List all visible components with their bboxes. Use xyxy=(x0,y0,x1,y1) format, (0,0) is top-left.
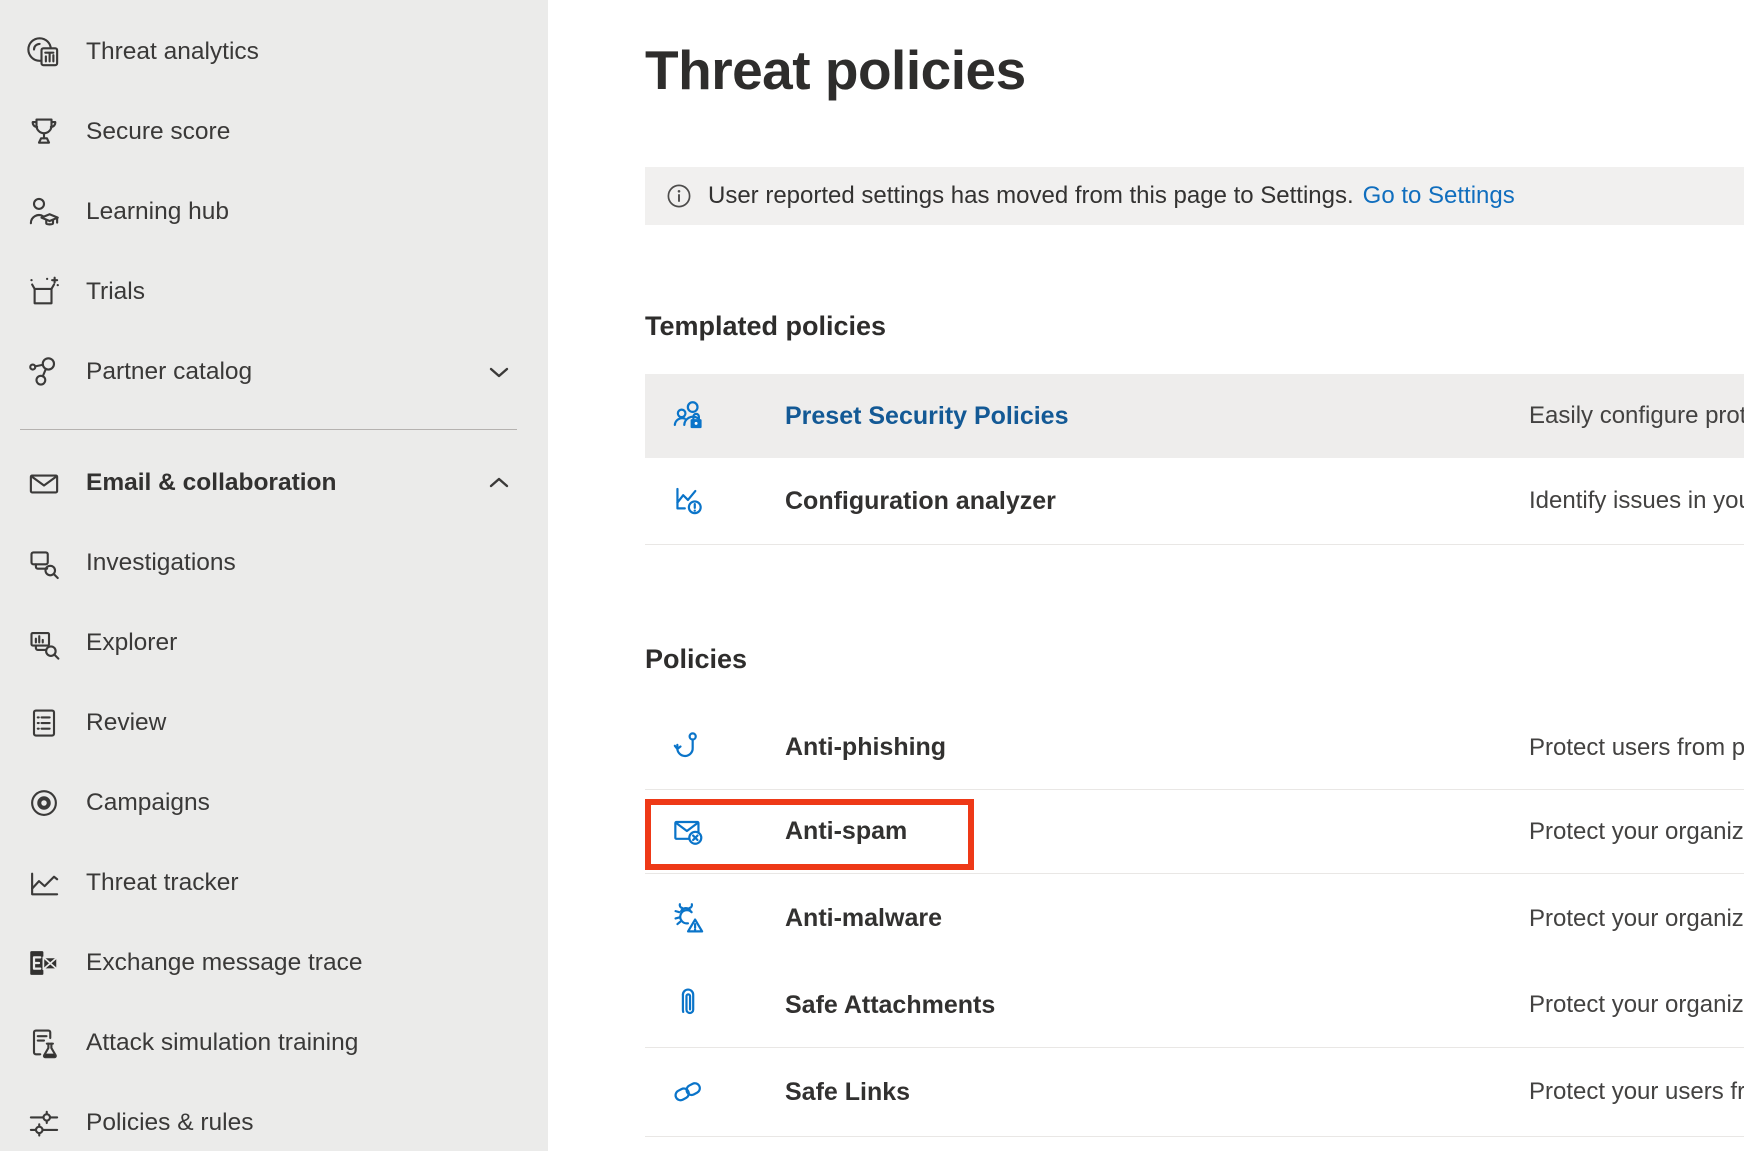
row-safe-attachments[interactable]: Safe Attachments Protect your organiz xyxy=(645,963,1744,1048)
sidebar-item-label: Secure score xyxy=(86,118,230,146)
sidebar-item-label: Trials xyxy=(86,278,145,306)
sidebar-item-partner-catalog[interactable]: Partner catalog xyxy=(0,332,548,412)
banner-text: User reported settings has moved from th… xyxy=(708,182,1354,210)
preset-security-policies-icon xyxy=(668,395,710,437)
policies-rules-icon xyxy=(22,1101,66,1145)
row-label[interactable]: Anti-spam xyxy=(785,817,907,846)
sidebar-item-label: Review xyxy=(86,709,166,737)
exchange-icon xyxy=(22,941,66,985)
row-label[interactable]: Anti-malware xyxy=(785,904,942,933)
row-label[interactable]: Preset Security Policies xyxy=(785,402,1068,431)
chevron-down-icon[interactable] xyxy=(483,356,515,388)
row-description: Identify issues in you xyxy=(1529,487,1744,515)
anti-phishing-icon xyxy=(668,727,710,769)
section-heading-templated-policies: Templated policies xyxy=(645,311,886,342)
sidebar-item-email-collaboration[interactable]: Email & collaboration xyxy=(0,443,548,523)
safe-links-icon xyxy=(668,1071,710,1113)
row-label[interactable]: Configuration analyzer xyxy=(785,487,1056,516)
safe-attachments-icon xyxy=(668,984,710,1026)
sidebar-item-explorer[interactable]: Explorer xyxy=(0,603,548,683)
row-description: Protect your organiz xyxy=(1529,818,1744,846)
sidebar-item-attack-simulation-training[interactable]: Attack simulation training xyxy=(0,1003,548,1083)
sidebar-item-threat-tracker[interactable]: Threat tracker xyxy=(0,843,548,923)
page-title: Threat policies xyxy=(645,38,1026,102)
sidebar-item-label: Threat tracker xyxy=(86,869,239,897)
sidebar-item-investigations[interactable]: Investigations xyxy=(0,523,548,603)
sidebar-item-label: Threat analytics xyxy=(86,38,259,66)
sidebar-divider xyxy=(20,429,517,430)
trials-icon xyxy=(22,270,66,314)
threat-tracker-icon xyxy=(22,861,66,905)
chevron-up-icon[interactable] xyxy=(483,467,515,499)
sidebar-item-exchange-message-trace[interactable]: Exchange message trace xyxy=(0,923,548,1003)
row-anti-spam[interactable]: Anti-spam Protect your organiz xyxy=(645,790,1744,874)
sidebar-item-label: Exchange message trace xyxy=(86,949,362,977)
row-description: Protect your users fr xyxy=(1529,1078,1744,1106)
row-anti-phishing[interactable]: Anti-phishing Protect users from p xyxy=(645,706,1744,790)
threat-analytics-icon xyxy=(22,30,66,74)
sidebar-item-label: Attack simulation training xyxy=(86,1029,358,1057)
anti-spam-icon xyxy=(668,811,710,853)
section-heading-policies: Policies xyxy=(645,644,747,675)
sidebar-item-label: Campaigns xyxy=(86,789,210,817)
sidebar-item-label: Explorer xyxy=(86,629,177,657)
go-to-settings-link[interactable]: Go to Settings xyxy=(1363,182,1515,210)
email-icon xyxy=(22,461,66,505)
row-label[interactable]: Safe Links xyxy=(785,1078,910,1107)
explorer-icon xyxy=(22,621,66,665)
review-icon xyxy=(22,701,66,745)
sidebar-item-trials[interactable]: Trials xyxy=(0,252,548,332)
sidebar-item-policies-rules[interactable]: Policies & rules xyxy=(0,1083,548,1151)
trophy-icon xyxy=(22,110,66,154)
threat-policies-screen: Threat analytics Secure score Learning h… xyxy=(0,0,1744,1151)
sidebar-item-label: Investigations xyxy=(86,549,236,577)
info-icon xyxy=(666,183,692,209)
anti-malware-icon xyxy=(668,898,710,940)
row-description: Easily configure prot xyxy=(1529,402,1744,430)
attack-simulation-icon xyxy=(22,1021,66,1065)
sidebar-item-label: Learning hub xyxy=(86,198,229,226)
sidebar-item-label: Policies & rules xyxy=(86,1109,253,1137)
sidebar-item-campaigns[interactable]: Campaigns xyxy=(0,763,548,843)
configuration-analyzer-icon xyxy=(668,480,710,522)
sidebar: Threat analytics Secure score Learning h… xyxy=(0,0,548,1151)
sidebar-item-threat-analytics[interactable]: Threat analytics xyxy=(0,12,548,92)
partner-catalog-icon xyxy=(22,350,66,394)
sidebar-item-review[interactable]: Review xyxy=(0,683,548,763)
sidebar-item-learning-hub[interactable]: Learning hub xyxy=(0,172,548,252)
sidebar-item-label: Email & collaboration xyxy=(86,469,337,497)
learning-hub-icon xyxy=(22,190,66,234)
row-description: Protect users from p xyxy=(1529,734,1744,762)
info-banner: User reported settings has moved from th… xyxy=(645,167,1744,225)
campaigns-icon xyxy=(22,781,66,825)
row-description: Protect your organiz xyxy=(1529,905,1744,933)
row-description: Protect your organiz xyxy=(1529,991,1744,1019)
sidebar-item-secure-score[interactable]: Secure score xyxy=(0,92,548,172)
row-safe-links[interactable]: Safe Links Protect your users fr xyxy=(645,1048,1744,1137)
investigations-icon xyxy=(22,541,66,585)
row-label[interactable]: Anti-phishing xyxy=(785,733,946,762)
row-preset-security-policies[interactable]: Preset Security Policies Easily configur… xyxy=(645,374,1744,458)
sidebar-item-label: Partner catalog xyxy=(86,358,252,386)
row-configuration-analyzer[interactable]: Configuration analyzer Identify issues i… xyxy=(645,458,1744,545)
row-label[interactable]: Safe Attachments xyxy=(785,991,995,1020)
row-anti-malware[interactable]: Anti-malware Protect your organiz xyxy=(645,874,1744,963)
main-content: Threat policies User reported settings h… xyxy=(548,0,1744,1151)
